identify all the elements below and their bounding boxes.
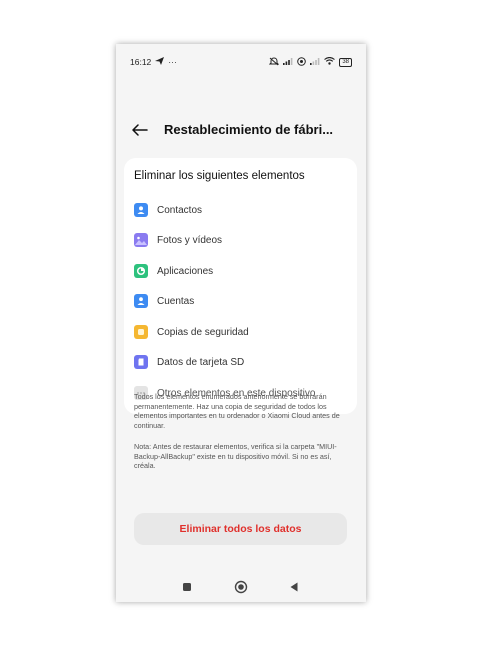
vpn-icon (297, 56, 307, 68)
list-item-photos: Fotos y vídeos (134, 230, 349, 250)
status-right: 38 (269, 56, 352, 68)
signal-icon-2 (310, 57, 320, 67)
list-item-backups: Copias de seguridad (134, 322, 349, 342)
item-label: Cuentas (157, 295, 195, 307)
back-arrow-icon[interactable] (132, 123, 148, 136)
sd-card-icon (134, 355, 148, 369)
warning-text: Todos los elementos enumerados anteriorm… (134, 392, 340, 430)
mute-icon (269, 56, 280, 68)
item-label: Aplicaciones (157, 265, 214, 277)
battery-icon: 38 (339, 57, 352, 67)
list-item-accounts: Cuentas (134, 291, 349, 311)
erase-all-data-button[interactable]: Eliminar todos los datos (134, 513, 347, 545)
gallery-icon (134, 233, 148, 247)
apps-icon (134, 264, 148, 278)
item-label: Copias de seguridad (157, 326, 249, 338)
item-label: Fotos y vídeos (157, 234, 223, 246)
status-time: 16:12 (130, 57, 152, 67)
status-bar: 16:12 ··· 38 (116, 44, 366, 80)
list-item-apps: Aplicaciones (134, 261, 349, 281)
item-label: Contactos (157, 204, 203, 216)
list-item-contacts: Contactos (134, 200, 349, 220)
backup-icon (134, 325, 148, 339)
card-title: Eliminar los siguientes elementos (134, 170, 305, 182)
status-extras: ··· (168, 57, 177, 67)
contacts-icon (134, 203, 148, 217)
page-title: Restablecimiento de fábri... (164, 122, 334, 137)
home-button-icon[interactable] (234, 580, 248, 594)
back-button-icon[interactable] (288, 580, 300, 592)
status-left: 16:12 ··· (130, 57, 177, 67)
phone-screen: 16:12 ··· 38 Restablecimiento de fábri..… (116, 44, 366, 602)
items-card: Eliminar los siguientes elementos Contac… (124, 158, 357, 414)
navigation-bar (116, 574, 366, 598)
top-bar: Restablecimiento de fábri... (116, 114, 366, 142)
wifi-icon (324, 56, 336, 67)
signal-icon (283, 57, 293, 67)
recents-button-icon[interactable] (181, 580, 193, 592)
send-icon (155, 57, 165, 67)
restore-note-text: Nota: Antes de restaurar elementos, veri… (134, 442, 337, 470)
list-item-sd-card: Datos de tarjeta SD (134, 352, 349, 372)
accounts-icon (134, 294, 148, 308)
item-label: Datos de tarjeta SD (157, 356, 245, 368)
